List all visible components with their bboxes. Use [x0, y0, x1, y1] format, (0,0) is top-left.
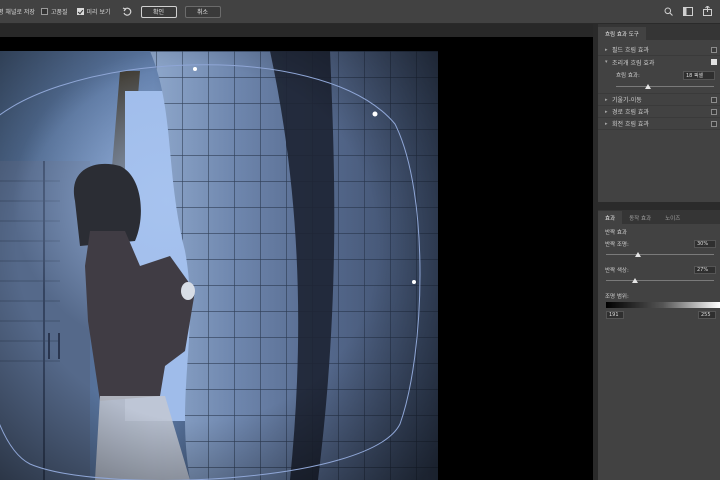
tab-blur-tools[interactable]: 흐림 효과 도구 [598, 27, 646, 40]
blur-tools-panel: 흐림 효과 도구 ▸ 필드 흐림 효과 ▾ 조리개 흐림 효과 흐림 효과: 1… [598, 24, 720, 202]
preview-checkbox[interactable]: 미리 보기 [76, 7, 111, 16]
field-blur-row[interactable]: ▸ 필드 흐림 효과 [598, 44, 720, 56]
iris-blur-row[interactable]: ▾ 조리개 흐림 효과 [598, 56, 720, 68]
light-bokeh-label: 반짝 조명: [605, 242, 629, 248]
spin-blur-label: 회전 흐림 효과 [612, 121, 649, 128]
iris-blur-checkbox[interactable] [711, 59, 717, 65]
workspace-icon[interactable] [683, 6, 693, 18]
tab-motion-effects[interactable]: 동작 효과 [622, 211, 658, 224]
tab-noise[interactable]: 노이즈 [658, 211, 687, 224]
bokeh-color-knob[interactable] [632, 278, 639, 283]
reset-icon[interactable] [121, 6, 133, 18]
light-bokeh-knob[interactable] [635, 252, 642, 257]
light-bokeh-row: 반짝 조명: 30% [598, 238, 720, 250]
chevron-right-icon[interactable]: ▸ [605, 109, 612, 115]
bokeh-color-slider[interactable] [606, 276, 714, 284]
iris-blur-label: 조리개 흐림 효과 [612, 59, 655, 67]
canvas-area[interactable] [0, 24, 598, 480]
bokeh-color-row: 반짝 색상: 27% [598, 264, 720, 276]
search-icon[interactable] [664, 7, 673, 18]
light-range-max-input[interactable]: 255 [698, 311, 716, 319]
light-range-min-input[interactable]: 191 [606, 311, 624, 319]
bokeh-color-input[interactable]: 27% [694, 266, 716, 274]
path-blur-row[interactable]: ▸ 경로 흐림 효과 [598, 106, 720, 118]
bokeh-header: 반짝 효과 [598, 226, 720, 238]
light-range-gradient[interactable] [606, 302, 720, 308]
tilt-shift-row[interactable]: ▸ 기울기-이동 [598, 94, 720, 106]
ok-button[interactable]: 확인 [140, 5, 177, 18]
blur-amount-row: 흐림 효과: 18 픽셀 [598, 68, 720, 82]
tilt-shift-checkbox[interactable] [711, 97, 717, 103]
chevron-right-icon[interactable]: ▸ [605, 121, 612, 127]
effects-panel: 효과 동작 효과 노이즈 반짝 효과 반짝 조명: 30% 반짝 색상: 27%… [598, 210, 720, 480]
spin-blur-checkbox[interactable] [711, 121, 717, 127]
bokeh-color-label: 반짝 색상: [605, 268, 629, 274]
blur-amount-slider[interactable] [616, 82, 714, 90]
high-quality-check-icon[interactable] [40, 8, 48, 15]
field-blur-checkbox[interactable] [711, 47, 717, 53]
tab-effects[interactable]: 효과 [598, 211, 623, 224]
blur-amount-input[interactable]: 18 픽셀 [683, 71, 715, 80]
path-blur-label: 경로 흐림 효과 [612, 109, 649, 116]
light-range-row: 조명 범위: [598, 290, 720, 302]
blur-amount-knob[interactable] [645, 84, 652, 89]
spin-blur-row[interactable]: ▸ 회전 흐림 효과 [598, 118, 720, 130]
tilt-shift-label: 기울기-이동 [612, 97, 642, 104]
light-bokeh-input[interactable]: 30% [694, 240, 716, 248]
field-blur-label: 필드 흐림 효과 [612, 47, 649, 54]
light-bokeh-slider[interactable] [606, 250, 714, 258]
ellipse-handle-right[interactable] [412, 280, 416, 284]
blur-amount-label: 흐림 효과: [616, 73, 640, 79]
light-range-label: 조명 범위: [605, 294, 629, 300]
chevron-down-icon[interactable]: ▾ [605, 59, 612, 65]
high-quality-checkbox[interactable]: 고품질 [40, 7, 68, 16]
path-blur-checkbox[interactable] [711, 109, 717, 115]
preview-check-icon[interactable] [76, 8, 84, 15]
options-bar: 평 채널로 저장 고품질 미리 보기 확인 취소 [0, 0, 720, 24]
high-quality-label: 고품질 [50, 9, 68, 16]
chevron-right-icon[interactable]: ▸ [605, 97, 612, 103]
feather-handle[interactable] [372, 111, 378, 117]
iris-blur-ellipse[interactable] [0, 24, 598, 480]
preview-label: 미리 보기 [86, 9, 111, 16]
ellipse-handle-top[interactable] [193, 67, 197, 71]
bokeh-label: 반짝 효과 [605, 230, 627, 236]
chevron-right-icon[interactable]: ▸ [605, 47, 612, 53]
share-icon[interactable] [703, 5, 712, 18]
save-to-channel-label: 평 채널로 저장 [0, 9, 35, 16]
cancel-button[interactable]: 취소 [184, 5, 221, 18]
